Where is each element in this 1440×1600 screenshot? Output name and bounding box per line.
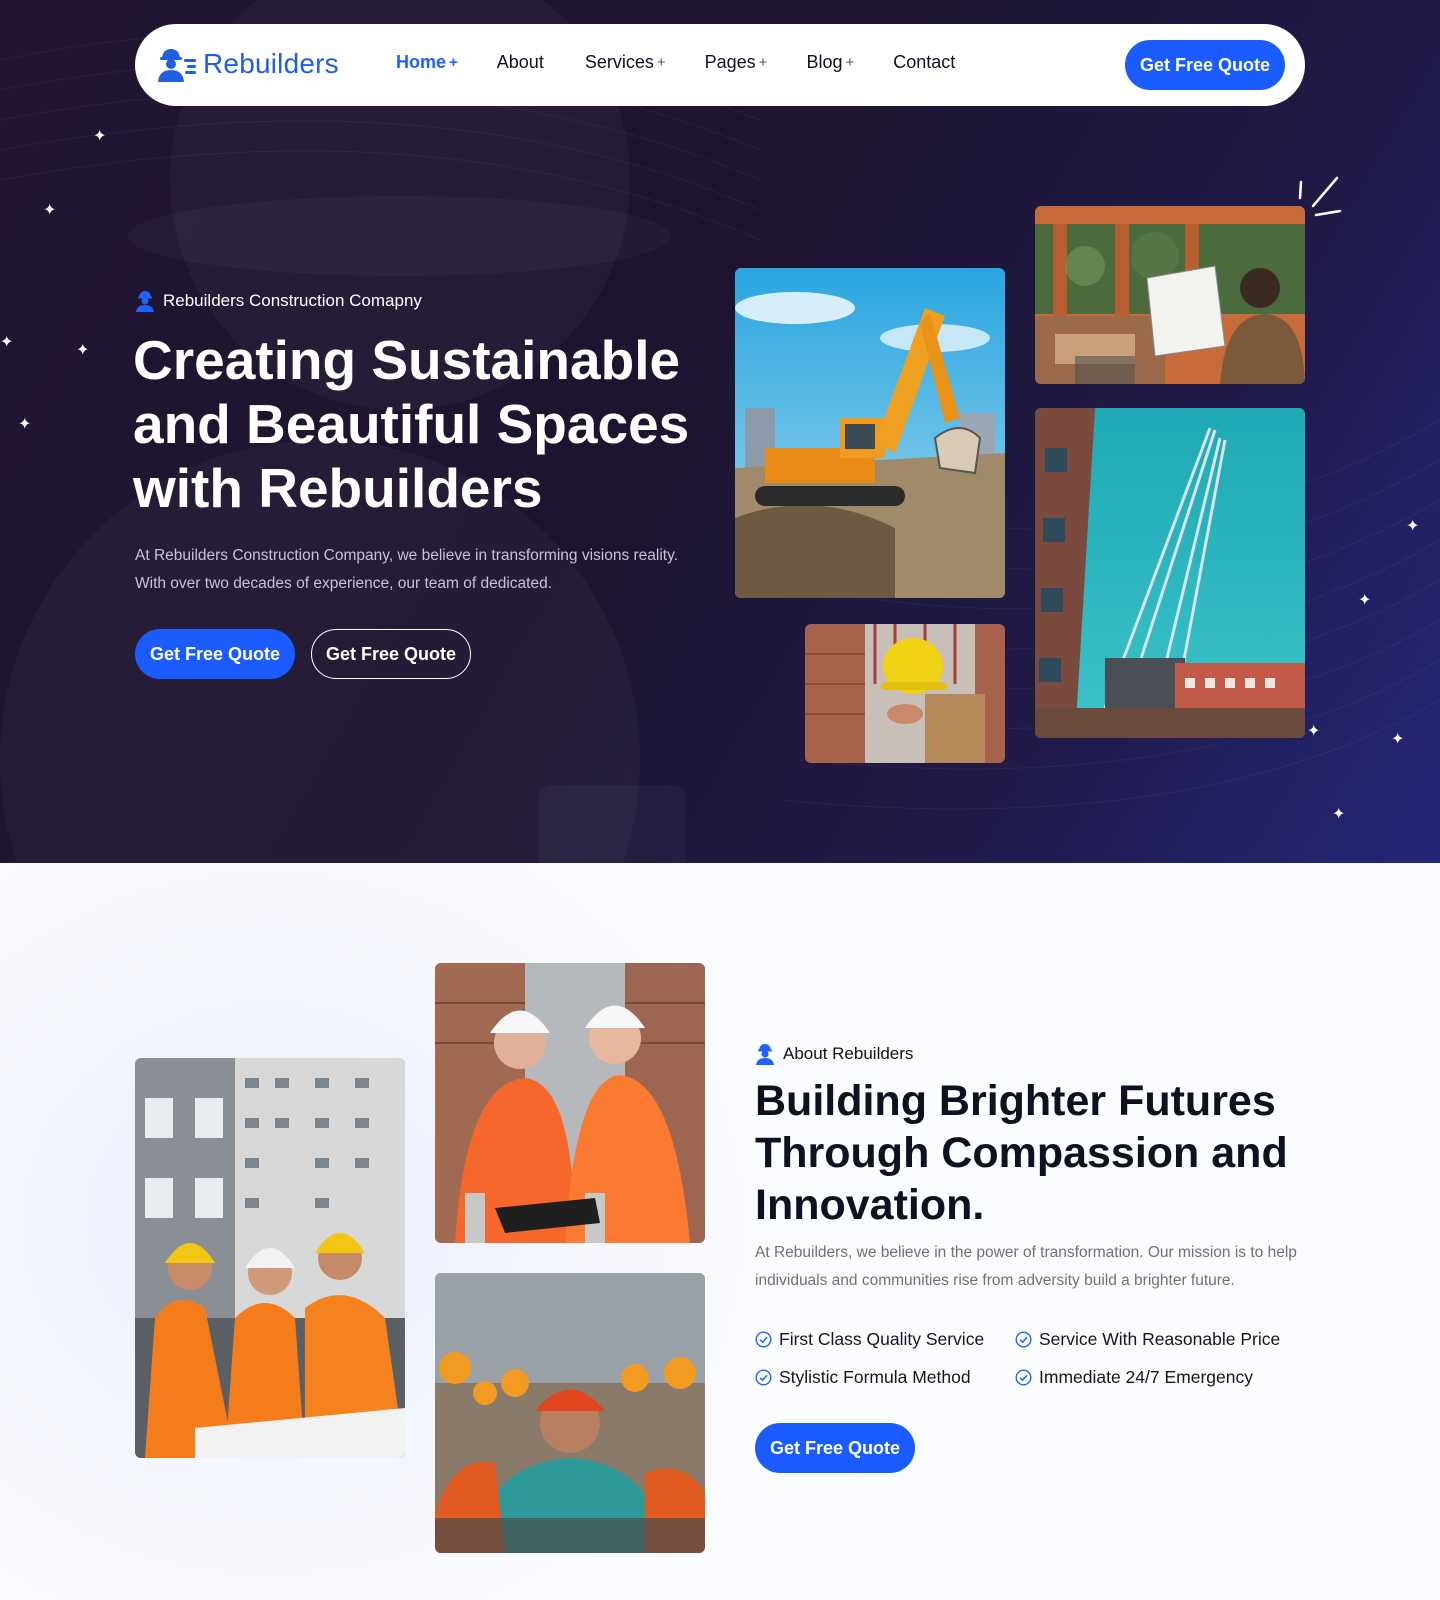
sparkle-icon: ✦	[1307, 721, 1321, 740]
hero-get-quote-outline-button[interactable]: Get Free Quote	[311, 629, 471, 679]
nav-get-quote-button[interactable]: Get Free Quote	[1125, 40, 1285, 90]
logo[interactable]: Rebuilders	[155, 46, 339, 82]
excavator-photo	[735, 268, 1005, 598]
sparkle-icon: ✦	[1358, 590, 1372, 609]
construction-worker-helmet-photo	[805, 624, 1005, 763]
worker-logo-icon	[158, 49, 196, 82]
plus-icon: +	[449, 54, 458, 71]
about-eyebrow: About Rebuilders	[755, 1043, 913, 1065]
top-navbar: Rebuilders Home + About Services + Pages…	[135, 24, 1305, 106]
about-title: Building Brighter Futures Through Compas…	[755, 1077, 1288, 1229]
check-circle-icon	[755, 1331, 772, 1348]
hero-description: At Rebuilders Construction Company, we b…	[135, 547, 679, 592]
about-eyebrow-text: About Rebuilders	[783, 1044, 914, 1063]
sparkle-icon: ✦	[43, 200, 57, 219]
sparkle-icon: ✦	[1391, 729, 1405, 748]
main-menu: Home + About Services + Pages + Blog + C…	[396, 52, 955, 73]
sparkle-icon: ✦	[1406, 516, 1420, 535]
logo-text: Rebuilders	[203, 48, 339, 79]
hero-eyebrow: Rebuilders Construction Comapny	[135, 290, 422, 312]
check-circle-icon	[1015, 1369, 1032, 1386]
sparkle-icon: ✦	[0, 332, 14, 351]
plus-icon: +	[656, 54, 666, 71]
feature-item: Service With Reasonable Price	[1015, 1329, 1280, 1350]
engineers-team-photo	[135, 1058, 405, 1458]
feature-item: First Class Quality Service	[755, 1329, 984, 1350]
feature-item: Stylistic Formula Method	[755, 1367, 971, 1388]
hero-title: Creating Sustainable and Beautiful Space…	[133, 329, 690, 519]
feature-text: Stylistic Formula Method	[779, 1367, 971, 1387]
workers-crowd-photo	[435, 1273, 705, 1553]
plus-icon: +	[845, 54, 855, 71]
feature-text: Immediate 24/7 Emergency	[1039, 1367, 1253, 1387]
nav-blog-label: Blog	[806, 52, 843, 72]
nav-contact-label: Contact	[893, 52, 956, 72]
feature-item: Immediate 24/7 Emergency	[1015, 1367, 1253, 1388]
nav-services[interactable]: Services +	[585, 52, 666, 73]
nav-services-label: Services	[584, 52, 654, 72]
nav-home-label: Home	[396, 52, 447, 72]
worker-icon	[136, 291, 154, 312]
nav-pages[interactable]: Pages +	[705, 52, 768, 73]
nav-about[interactable]: About	[497, 52, 544, 73]
about-section: About Rebuilders Building Brighter Futur…	[0, 863, 1440, 1600]
nav-pages-label: Pages	[704, 52, 756, 72]
sparkle-icon: ✦	[93, 126, 107, 145]
nav-about-label: About	[496, 52, 544, 72]
plus-icon: +	[758, 54, 768, 71]
sparkle-icon: ✦	[18, 414, 32, 433]
feature-text: First Class Quality Service	[779, 1329, 985, 1349]
nav-blog[interactable]: Blog +	[806, 52, 854, 73]
check-circle-icon	[755, 1369, 772, 1386]
sparkle-icon: ✦	[76, 340, 90, 359]
nav-contact[interactable]: Contact	[893, 52, 955, 73]
hero-eyebrow-text: Rebuilders Construction Comapny	[163, 291, 422, 310]
worker-icon	[756, 1044, 774, 1065]
architect-blueprint-photo	[1035, 206, 1305, 384]
sparkle-icon: ✦	[1332, 804, 1346, 823]
hero-get-quote-button[interactable]: Get Free Quote	[135, 629, 295, 679]
tower-crane-photo	[1035, 408, 1305, 738]
check-circle-icon	[1015, 1331, 1032, 1348]
hero-section: ✦ ✦ ✦ ✦ ✦ ✦ ✦ ✦ ✦ ✦ Rebuilders Home + Ab…	[0, 0, 1440, 863]
feature-text: Service With Reasonable Price	[1039, 1329, 1281, 1349]
engineers-thumbs-up-photo	[435, 963, 705, 1243]
about-description: At Rebuilders, we believe in the power o…	[755, 1244, 1297, 1289]
nav-home[interactable]: Home +	[396, 52, 458, 73]
about-get-quote-button[interactable]: Get Free Quote	[755, 1423, 915, 1473]
